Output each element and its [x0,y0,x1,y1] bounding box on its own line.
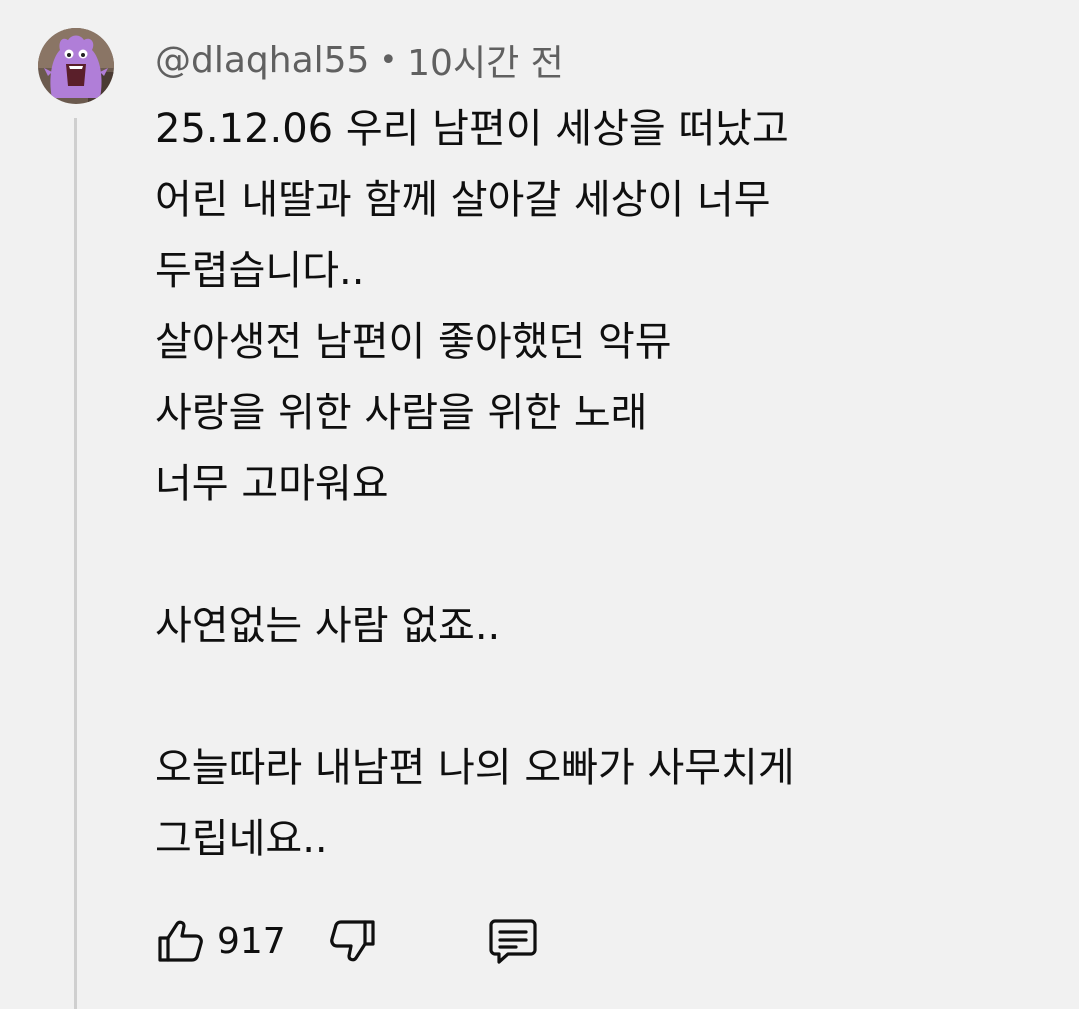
like-count: 917 [217,920,286,962]
thread-line [74,118,77,1009]
comment-body: 25.12.06 우리 남편이 세상을 떠났고 어린 내딸과 함께 살아갈 세상… [155,94,1035,875]
comment-page: @dlaqhal55 • 10시간 전 25.12.06 우리 남편이 세상을 … [0,0,1079,1009]
dislike-button[interactable] [328,916,378,966]
comment-line: 25.12.06 우리 남편이 세상을 떠났고 [155,106,789,152]
comment-blank-line [155,662,1035,733]
comment-line: 살아생전 남편이 좋아했던 악뮤 [155,319,672,365]
comment-header: @dlaqhal55 • 10시간 전 [155,38,564,85]
like-button[interactable] [155,916,205,966]
comment-line: 사랑을 위한 사람을 위한 노래 [155,390,648,436]
comment-line: 어린 내딸과 함께 살아갈 세상이 너무 [155,177,771,223]
author-handle[interactable]: @dlaqhal55 [155,40,369,81]
thumb-up-icon [158,920,203,962]
comment-line: 오늘따라 내남편 나의 오빠가 사무치게 [155,745,795,791]
comment-line: 그립네요.. [155,816,328,862]
comment-blank-line [155,520,1035,591]
avatar-image [38,28,114,104]
separator-dot: • [379,42,398,78]
comment-line: 두렵습니다.. [155,248,365,294]
comment-actions: 917 [155,912,540,970]
thumb-down-icon [329,920,375,962]
reply-button[interactable] [486,914,540,968]
comment-reply-icon [489,919,537,964]
comment-line: 너무 고마워요 [155,461,389,507]
comment-line: 사연없는 사람 없죠.. [155,603,501,649]
timestamp[interactable]: 10시간 전 [407,34,564,86]
avatar[interactable] [38,28,114,104]
